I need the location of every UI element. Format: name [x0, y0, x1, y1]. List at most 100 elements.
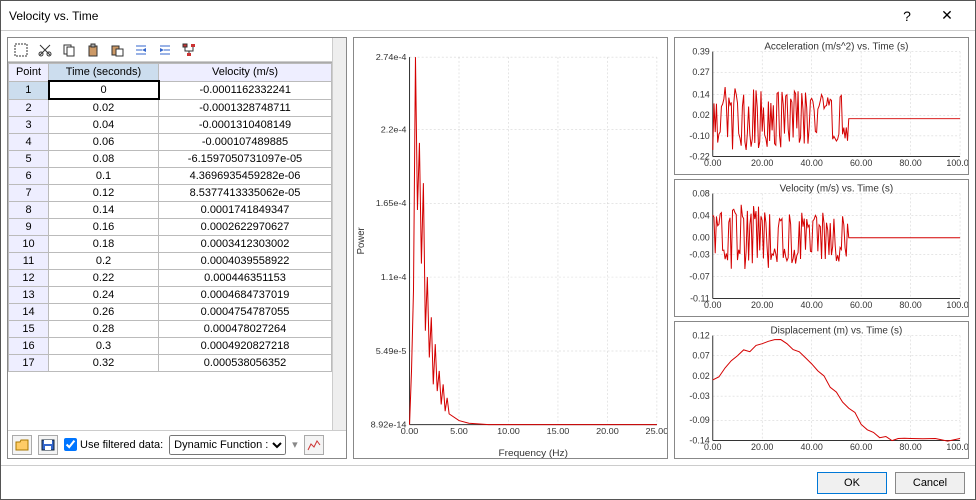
svg-text:0.04: 0.04 — [692, 211, 709, 221]
cancel-button[interactable]: Cancel — [895, 472, 965, 494]
select-icon[interactable] — [12, 41, 30, 59]
filter-function-select[interactable]: Dynamic Function : — [169, 435, 286, 455]
cell-time[interactable]: 0.04 — [49, 117, 159, 134]
svg-text:20.00: 20.00 — [751, 158, 773, 168]
col-point[interactable]: Point — [9, 64, 49, 82]
cell-time[interactable]: 0 — [49, 81, 159, 99]
cell-point: 8 — [9, 202, 49, 219]
cell-point: 5 — [9, 151, 49, 168]
table-row[interactable]: 50.08-6.1597050731097e-05 — [9, 151, 332, 168]
col-time[interactable]: Time (seconds) — [49, 64, 159, 82]
cell-velocity[interactable]: 0.0004920827218 — [159, 338, 332, 355]
cell-velocity[interactable]: -0.0001310408149 — [159, 117, 332, 134]
data-table-wrap[interactable]: Point Time (seconds) Velocity (m/s) 10-0… — [8, 62, 332, 430]
ok-button[interactable]: OK — [817, 472, 887, 494]
svg-text:0.27: 0.27 — [692, 67, 709, 77]
paste-special-icon[interactable] — [108, 41, 126, 59]
cell-time[interactable]: 0.06 — [49, 134, 159, 151]
table-row[interactable]: 10-0.0001162332241 — [9, 81, 332, 99]
cell-time[interactable]: 0.2 — [49, 253, 159, 270]
cell-time[interactable]: 0.08 — [49, 151, 159, 168]
cell-velocity[interactable]: -0.000107489885 — [159, 134, 332, 151]
cell-time[interactable]: 0.28 — [49, 321, 159, 338]
cell-velocity[interactable]: 0.0002622970627 — [159, 219, 332, 236]
table-row[interactable]: 30.04-0.0001310408149 — [9, 117, 332, 134]
cell-point: 1 — [9, 81, 49, 99]
cell-velocity[interactable]: -0.0001328748711 — [159, 99, 332, 117]
cell-velocity[interactable]: -6.1597050731097e-05 — [159, 151, 332, 168]
cell-point: 7 — [9, 185, 49, 202]
table-row[interactable]: 110.20.0004039558922 — [9, 253, 332, 270]
power-spectrum-chart: 0.005.0010.0015.0020.0025.008.92e-145.49… — [354, 38, 667, 458]
accel-chart-panel: 0.0020.0040.0060.0080.00100.00-0.22-0.10… — [674, 37, 969, 175]
copy-icon[interactable] — [60, 41, 78, 59]
cell-time[interactable]: 0.24 — [49, 287, 159, 304]
cell-time[interactable]: 0.3 — [49, 338, 159, 355]
paste-icon[interactable] — [84, 41, 102, 59]
indent-left-icon[interactable] — [132, 41, 150, 59]
cell-time[interactable]: 0.22 — [49, 270, 159, 287]
cell-time[interactable]: 0.14 — [49, 202, 159, 219]
col-velocity[interactable]: Velocity (m/s) — [159, 64, 332, 82]
svg-text:Displacement (m) vs. Time (s): Displacement (m) vs. Time (s) — [771, 326, 903, 337]
table-row[interactable]: 20.02-0.0001328748711 — [9, 99, 332, 117]
cell-velocity[interactable]: 0.0001741849347 — [159, 202, 332, 219]
cell-velocity[interactable]: 0.000538056352 — [159, 355, 332, 372]
table-row[interactable]: 90.160.0002622970627 — [9, 219, 332, 236]
save-icon[interactable] — [38, 435, 58, 455]
cell-time[interactable]: 0.12 — [49, 185, 159, 202]
left-panel: Point Time (seconds) Velocity (m/s) 10-0… — [7, 37, 347, 459]
cell-velocity[interactable]: 0.0004754787055 — [159, 304, 332, 321]
svg-text:15.00: 15.00 — [547, 426, 570, 436]
cell-velocity[interactable]: 0.000446351153 — [159, 270, 332, 287]
svg-text:8.92e-14: 8.92e-14 — [371, 420, 407, 430]
close-button[interactable]: ✕ — [927, 2, 967, 30]
cell-velocity[interactable]: 0.0004039558922 — [159, 253, 332, 270]
table-row[interactable]: 150.280.000478027264 — [9, 321, 332, 338]
table-row[interactable]: 140.260.0004754787055 — [9, 304, 332, 321]
use-filtered-input[interactable] — [64, 438, 77, 451]
svg-text:80.00: 80.00 — [899, 300, 921, 310]
svg-text:60.00: 60.00 — [850, 442, 872, 452]
cell-velocity[interactable]: -0.0001162332241 — [159, 81, 332, 99]
cell-point: 3 — [9, 117, 49, 134]
open-file-icon[interactable] — [12, 435, 32, 455]
cell-time[interactable]: 0.02 — [49, 99, 159, 117]
table-row[interactable]: 60.14.3696935459282e-06 — [9, 168, 332, 185]
cell-time[interactable]: 0.18 — [49, 236, 159, 253]
help-button[interactable]: ? — [887, 2, 927, 30]
cell-velocity[interactable]: 0.0003412303002 — [159, 236, 332, 253]
svg-text:10.00: 10.00 — [497, 426, 520, 436]
table-row[interactable]: 100.180.0003412303002 — [9, 236, 332, 253]
table-row[interactable]: 170.320.000538056352 — [9, 355, 332, 372]
cell-point: 12 — [9, 270, 49, 287]
cell-velocity[interactable]: 0.000478027264 — [159, 321, 332, 338]
cell-time[interactable]: 0.26 — [49, 304, 159, 321]
table-row[interactable]: 120.220.000446351153 — [9, 270, 332, 287]
svg-text:100.00: 100.00 — [946, 442, 968, 452]
table-row[interactable]: 40.06-0.000107489885 — [9, 134, 332, 151]
cell-velocity[interactable]: 0.0004684737019 — [159, 287, 332, 304]
cut-icon[interactable] — [36, 41, 54, 59]
cell-point: 4 — [9, 134, 49, 151]
refresh-chart-icon[interactable] — [304, 435, 324, 455]
tree-icon[interactable] — [180, 41, 198, 59]
left-scrollbar[interactable] — [332, 38, 346, 430]
right-panel: 0.0020.0040.0060.0080.00100.00-0.22-0.10… — [674, 37, 969, 459]
cell-velocity[interactable]: 4.3696935459282e-06 — [159, 168, 332, 185]
table-row[interactable]: 80.140.0001741849347 — [9, 202, 332, 219]
table-row[interactable]: 160.30.0004920827218 — [9, 338, 332, 355]
svg-text:0.12: 0.12 — [692, 331, 709, 341]
svg-text:Velocity (m/s) vs. Time (s): Velocity (m/s) vs. Time (s) — [780, 184, 894, 195]
velocity-chart-panel: 0.0020.0040.0060.0080.00100.00-0.11-0.07… — [674, 179, 969, 317]
cell-time[interactable]: 0.32 — [49, 355, 159, 372]
table-row[interactable]: 130.240.0004684737019 — [9, 287, 332, 304]
cell-time[interactable]: 0.1 — [49, 168, 159, 185]
use-filtered-checkbox[interactable]: Use filtered data: — [64, 438, 163, 451]
cell-point: 2 — [9, 99, 49, 117]
cell-time[interactable]: 0.16 — [49, 219, 159, 236]
table-row[interactable]: 70.128.5377413335062e-05 — [9, 185, 332, 202]
indent-right-icon[interactable] — [156, 41, 174, 59]
cell-velocity[interactable]: 8.5377413335062e-05 — [159, 185, 332, 202]
svg-text:Acceleration (m/s^2) vs. Time: Acceleration (m/s^2) vs. Time (s) — [764, 42, 908, 53]
